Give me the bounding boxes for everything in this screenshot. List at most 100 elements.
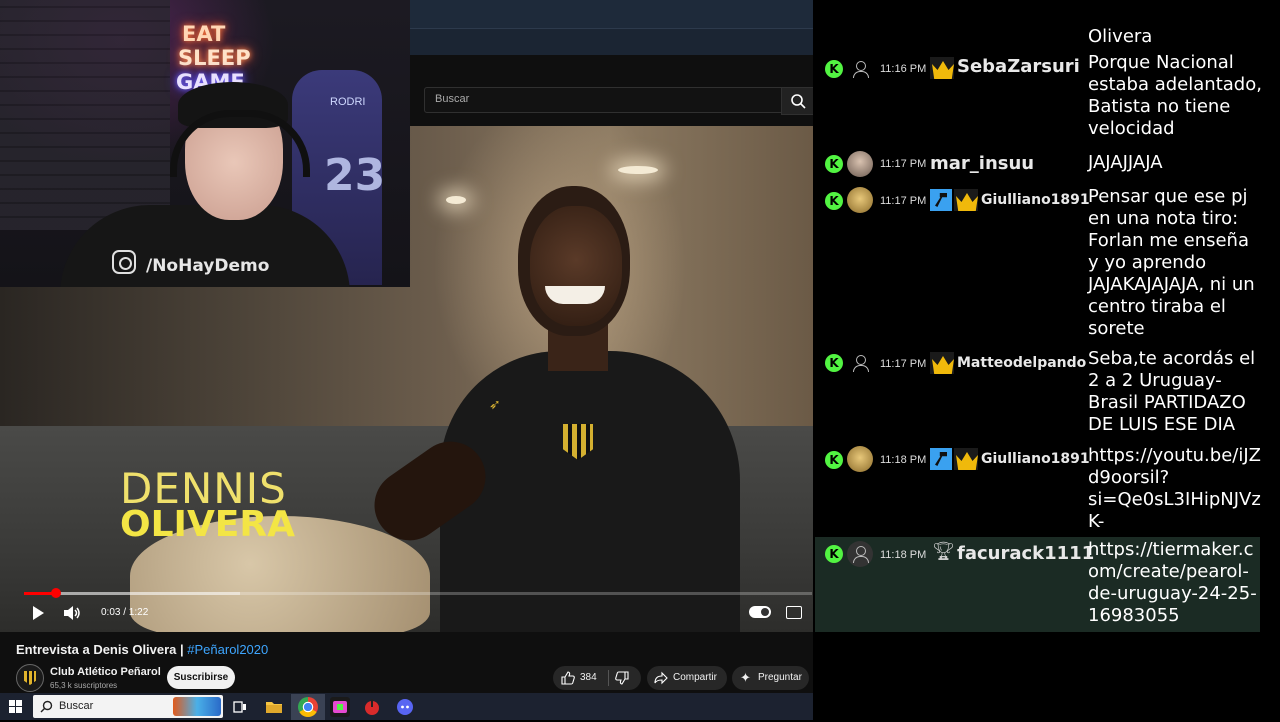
kick-icon: K — [825, 192, 843, 210]
avatar-placeholder-icon[interactable] — [847, 541, 873, 567]
ask-button[interactable]: ✦ Preguntar — [732, 666, 809, 690]
player-face — [530, 206, 622, 326]
play-icon — [33, 606, 44, 620]
progress-scrubber[interactable] — [51, 588, 61, 598]
volume-icon — [64, 606, 80, 620]
kick-app-icon[interactable] — [330, 697, 350, 717]
webcam-overlay: RODRI 23 EAT SLEEP GAME /NoHayDemo — [0, 0, 410, 287]
search-icon — [791, 94, 806, 109]
like-dislike-group[interactable]: 384 — [553, 666, 641, 690]
progress-buffer — [56, 592, 240, 595]
chat-timestamp: 11:18 PM — [880, 549, 927, 561]
share-button[interactable]: Compartir — [647, 666, 727, 690]
autoplay-toggle[interactable] — [749, 606, 771, 618]
chat-message: K 11:17 PM Matteodelpando Seba,te acordá… — [815, 348, 1260, 438]
browser-tab-strip — [410, 0, 813, 28]
chat-message-cut: Olivera — [1088, 26, 1153, 47]
chat-username[interactable]: facurack1111 — [957, 543, 1094, 564]
user-avatar[interactable] — [847, 151, 873, 177]
chat-message-text: Porque Nacional estaba adelantado, Batis… — [1088, 52, 1262, 139]
chat-message-text[interactable]: https://youtu.be/iJZd9oorsil?si=Qe0sL3IH… — [1088, 445, 1264, 533]
player-torso — [440, 351, 740, 632]
moderator-hammer-icon — [930, 448, 952, 470]
video-overlay-lastname: OLIVERA — [120, 504, 295, 545]
player-smile — [545, 286, 605, 304]
share-label: Compartir — [673, 672, 717, 683]
crown-badge-icon — [930, 57, 954, 79]
channel-name[interactable]: Club Atlético Peñarol — [50, 666, 161, 678]
chat-username[interactable]: Giulliano1891 — [981, 192, 1090, 208]
time-display: 0:03 / 1:22 — [101, 607, 149, 618]
chat-message-text: JAJAJJAJA — [1088, 152, 1163, 173]
instagram-icon — [112, 250, 136, 274]
kick-icon: K — [825, 354, 843, 372]
ask-label: Preguntar — [758, 672, 802, 683]
chat-username[interactable]: Giulliano1891 — [981, 451, 1090, 467]
jersey-name: RODRI — [330, 96, 366, 108]
trophy-badge-icon: 🏆︎ — [932, 541, 955, 561]
avatar-placeholder-icon[interactable] — [847, 350, 873, 376]
search-button[interactable] — [781, 87, 815, 115]
chrome-icon[interactable] — [298, 697, 318, 717]
avatar-placeholder-icon[interactable] — [847, 56, 873, 82]
user-avatar[interactable] — [847, 187, 873, 213]
jersey-number: 23 — [324, 150, 386, 201]
neon-sign-line2: SLEEP — [178, 46, 251, 70]
brand-logo-icon: ➶ — [489, 396, 501, 412]
instagram-handle: /NoHayDemo — [146, 256, 270, 276]
like-count: 384 — [580, 672, 597, 683]
neon-sign-line1: EAT — [182, 22, 226, 46]
search-highlight-image — [173, 697, 221, 716]
chat-username[interactable]: SebaZarsuri — [957, 56, 1080, 77]
play-button[interactable] — [30, 605, 46, 621]
moderator-hammer-icon — [930, 189, 952, 211]
share-icon — [654, 671, 668, 685]
chat-message: K 11:17 PM Giulliano1891 Pensar que ese … — [815, 184, 1260, 344]
chat-message: K 11:17 PM mar_insuu JAJAJJAJA — [815, 148, 1260, 180]
kick-icon: K — [825, 60, 843, 78]
kick-icon: K — [825, 545, 843, 563]
crown-badge-icon — [930, 352, 954, 374]
kick-icon: K — [825, 451, 843, 469]
chat-timestamp: 11:17 PM — [880, 358, 927, 370]
chat-message: K 11:16 PM SebaZarsuri Porque Nacional e… — [815, 52, 1262, 144]
search-input[interactable]: Buscar — [424, 87, 782, 113]
chat-timestamp: 11:17 PM — [880, 195, 927, 207]
chat-message-text: Pensar que ese pj en una nota tiro: Forl… — [1088, 186, 1255, 339]
taskbar-search-label: Buscar — [59, 700, 94, 712]
volume-button[interactable] — [62, 605, 82, 621]
search-icon — [40, 700, 53, 713]
chat-message-text[interactable]: https://tiermaker.com/create/pearol-de-u… — [1088, 539, 1264, 627]
chat-timestamp: 11:16 PM — [880, 63, 927, 75]
channel-avatar[interactable] — [16, 664, 44, 692]
subscribe-button[interactable]: Suscribirse — [167, 666, 235, 689]
chat-username[interactable]: mar_insuu — [930, 153, 1034, 174]
chat-message-text: Seba,te acordás el 2 a 2 Uruguay-Brasil … — [1088, 348, 1256, 435]
subscriber-count: 65,3 k suscriptores — [50, 681, 118, 690]
kick-icon: K — [825, 155, 843, 173]
video-title: Entrevista a Denis Olivera | #Peñarol202… — [16, 642, 268, 657]
search-placeholder: Buscar — [435, 93, 470, 105]
ceiling-lamp — [446, 196, 466, 204]
chat-bottom-area — [813, 632, 1280, 720]
sparkle-icon: ✦ — [740, 670, 751, 685]
chat-message: K 11:18 PM Giulliano1891 https://youtu.b… — [815, 443, 1261, 535]
user-avatar[interactable] — [847, 446, 873, 472]
chat-timestamp: 11:17 PM — [880, 158, 927, 170]
crown-badge-icon — [954, 448, 978, 470]
red-app-icon[interactable] — [362, 697, 382, 717]
thumbs-down-icon[interactable] — [615, 671, 629, 685]
browser-address-bar — [410, 28, 813, 55]
chat-timestamp: 11:18 PM — [880, 454, 927, 466]
video-title-text: Entrevista a Denis Olivera | — [16, 642, 188, 657]
chat-username[interactable]: Matteodelpando — [957, 355, 1086, 371]
file-explorer-icon[interactable] — [264, 697, 284, 717]
windows-start-icon[interactable] — [9, 700, 23, 714]
video-hashtag[interactable]: #Peñarol2020 — [187, 642, 268, 657]
thumbs-up-icon — [561, 671, 575, 685]
subtitles-icon[interactable] — [786, 606, 802, 619]
task-view-icon[interactable] — [230, 697, 250, 717]
chat-message-highlighted: K 11:18 PM 🏆︎ facurack1111 https://tierm… — [815, 537, 1260, 632]
brick-wall — [0, 0, 170, 230]
discord-icon[interactable] — [395, 697, 415, 717]
